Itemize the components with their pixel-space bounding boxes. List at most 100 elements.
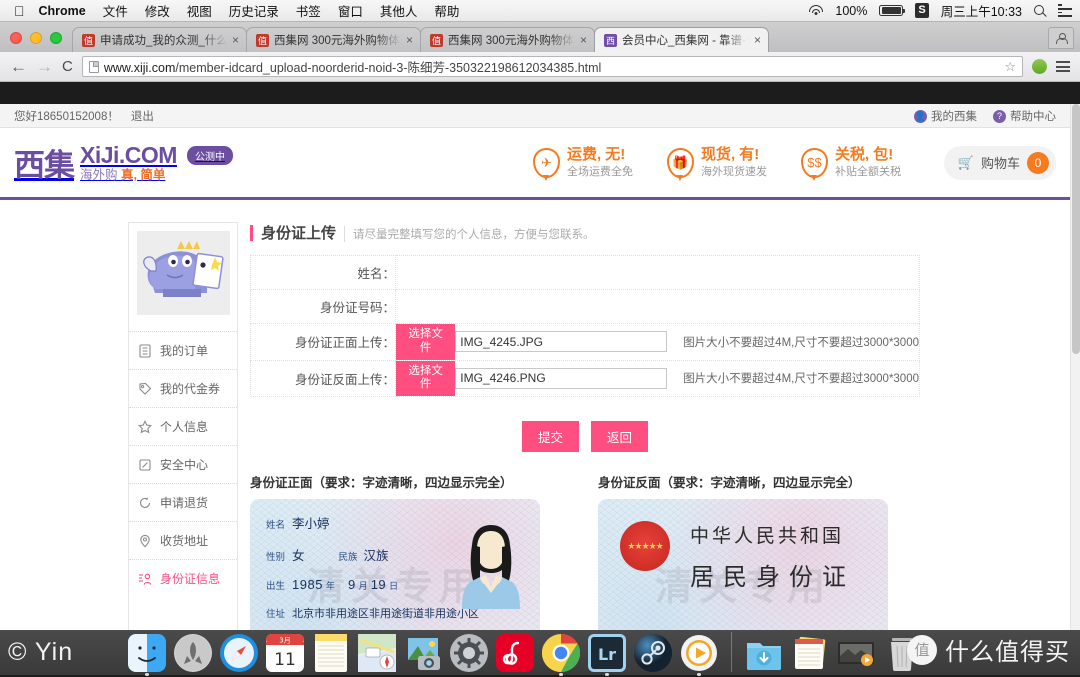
- sidebar-item-address[interactable]: 收货地址: [129, 521, 237, 559]
- submit-button[interactable]: 提交: [521, 421, 579, 453]
- birth-key: 出生: [266, 581, 286, 593]
- menu-item-view[interactable]: 视图: [187, 1, 212, 20]
- page-scrollbar[interactable]: [1070, 104, 1080, 630]
- dock-item-video-file[interactable]: [837, 634, 875, 672]
- promo-shipping: ✈ 运费, 无! 全场运费全免: [532, 146, 633, 181]
- promo-title: 关税, 包!: [834, 145, 894, 163]
- main-content: 身份证上传 请尽量完整填写您的个人信息，方便与您联系。 姓名： 身份证号码： 身…: [250, 222, 1070, 630]
- preview-back-title: 身份证反面（要求：字迹清晰，四边显示完全）: [598, 476, 861, 491]
- smzdm-favicon: [430, 33, 443, 47]
- menu-item-bookmarks[interactable]: 书签: [296, 1, 321, 20]
- menu-item-file[interactable]: 文件: [103, 1, 128, 20]
- sidebar-item-idcard[interactable]: 身份证信息: [129, 559, 237, 597]
- dock-item-netease-music[interactable]: [496, 634, 534, 672]
- cart-button[interactable]: 🛒 购物车 0: [943, 145, 1056, 180]
- menu-item-history[interactable]: 历史记录: [229, 1, 279, 20]
- back-button[interactable]: ←: [10, 58, 27, 75]
- choose-file-button-back[interactable]: 选择文件: [396, 360, 456, 397]
- sidebar-item-orders[interactable]: 我的订单: [129, 331, 237, 369]
- menu-item-chrome[interactable]: Chrome: [39, 4, 86, 18]
- choose-file-button-front[interactable]: 选择文件: [396, 324, 456, 360]
- sidebar-item-returns[interactable]: 申请退货: [129, 483, 237, 521]
- back-button[interactable]: 返回: [591, 421, 649, 453]
- browser-toolbar: ← → C www.xiji.com/member-idcard_upload-…: [0, 52, 1080, 82]
- field-value-cell[interactable]: [395, 255, 920, 290]
- dock-item-launchpad[interactable]: [174, 634, 212, 672]
- logo-line1: XiJi.COM: [80, 141, 177, 168]
- nation-value: 汉族: [363, 549, 389, 564]
- preview-back: 身份证反面（要求：字迹清晰，四边显示完全） 清关专用 ★★★★★ 中华人民共和国…: [598, 472, 918, 630]
- dock-item-calendar[interactable]: 3月 11: [266, 634, 304, 672]
- browser-tab[interactable]: 西集网 300元海外购物体验卡 ×: [420, 27, 595, 52]
- menu-item-people[interactable]: 其他人: [380, 1, 418, 20]
- sidebar-item-coupons[interactable]: 我的代金券: [129, 369, 237, 407]
- battery-icon[interactable]: [879, 5, 906, 16]
- menu-item-edit[interactable]: 修改: [145, 1, 170, 20]
- profile-button[interactable]: [1048, 27, 1074, 49]
- sidebar-item-security[interactable]: 安全中心: [129, 445, 237, 483]
- dock-item-chrome[interactable]: [541, 633, 581, 676]
- extension-icon[interactable]: [1032, 59, 1047, 74]
- page-content: 您好18650152008！ 退出 👤 我的西集 ? 帮助中心 西集 XiJi.CO…: [0, 104, 1070, 630]
- dock-item-safari[interactable]: [220, 634, 258, 672]
- dock-item-downloads-folder[interactable]: [745, 634, 783, 672]
- dock-item-steam[interactable]: [634, 634, 672, 672]
- maximize-window-button[interactable]: [50, 32, 62, 44]
- tagline-prefix: 海外购: [80, 168, 121, 182]
- forward-button[interactable]: →: [36, 58, 53, 75]
- chrome-menu-icon[interactable]: [1056, 61, 1070, 72]
- browser-tab[interactable]: 西集网 300元海外购物体验卡 ×: [246, 27, 421, 52]
- menu-item-window[interactable]: 窗口: [338, 1, 363, 20]
- minimize-window-button[interactable]: [30, 32, 42, 44]
- tab-close-icon[interactable]: ×: [580, 34, 587, 46]
- logo-tagline: 海外购 真, 简单: [80, 168, 177, 182]
- dock-item-finder[interactable]: [128, 634, 166, 676]
- file-name-back[interactable]: IMG_4246.PNG: [455, 367, 668, 389]
- reload-button[interactable]: C: [62, 58, 73, 75]
- file-hint-front: 图片大小不要超过4M,尺寸不要超过3000*3000: [683, 336, 919, 349]
- topbar-right-links: 👤 我的西集 ? 帮助中心: [914, 108, 1056, 124]
- help-center-link[interactable]: ? 帮助中心: [993, 108, 1056, 124]
- question-icon: ?: [993, 109, 1006, 123]
- menu-item-help[interactable]: 帮助: [434, 1, 459, 20]
- address-bar[interactable]: www.xiji.com/member-idcard_upload-noorde…: [81, 56, 1023, 77]
- page-info-icon[interactable]: [88, 60, 99, 73]
- dock-item-notes-stack[interactable]: [791, 634, 829, 672]
- control-center-icon[interactable]: [1058, 4, 1072, 17]
- browser-tab-active[interactable]: 会员中心_西集网 - 靠谱·专业 ×: [594, 27, 769, 52]
- field-value-cell[interactable]: [395, 289, 920, 324]
- dock-item-notes[interactable]: [312, 634, 350, 672]
- dock-item-photos[interactable]: [404, 634, 442, 672]
- watermark-left: © Yin: [8, 638, 74, 666]
- wifi-icon[interactable]: [809, 5, 824, 16]
- dock-item-lightroom[interactable]: Lr: [588, 634, 626, 676]
- dock-item-maps[interactable]: [358, 634, 396, 672]
- apple-logo-icon[interactable]: : [14, 4, 25, 18]
- browser-tab[interactable]: 申请成功_我的众测_什么值得 ×: [72, 27, 247, 52]
- search-icon[interactable]: [1034, 4, 1046, 17]
- star-icon[interactable]: ☆: [1004, 59, 1016, 75]
- sidebar-item-label: 身份证信息: [160, 572, 221, 586]
- tab-close-icon[interactable]: ×: [232, 34, 239, 46]
- menu-bar-status-items: 100% S 周三上午10:33: [809, 1, 1072, 20]
- sidebar-item-profile[interactable]: 个人信息: [129, 407, 237, 445]
- input-source-icon[interactable]: S: [915, 2, 929, 19]
- birth-year: 1985: [292, 577, 323, 593]
- scrollbar-thumb[interactable]: [1072, 104, 1080, 354]
- dock-item-media-player[interactable]: [680, 634, 718, 676]
- close-window-button[interactable]: [10, 32, 22, 44]
- my-account-link[interactable]: 👤 我的西集: [914, 108, 977, 124]
- avatar[interactable]: [129, 223, 237, 323]
- logout-link[interactable]: 退出: [131, 108, 154, 124]
- dock-item-system-preferences[interactable]: [450, 634, 488, 672]
- idcard-front-image[interactable]: 清关专用 姓名 李小婷 性别 女 民族 汉族 出生 1985 年 9 月 19 …: [250, 499, 540, 630]
- tab-title: 申请成功_我的众测_什么值得: [100, 35, 227, 47]
- idcard-back-image[interactable]: 清关专用 ★★★★★ 中华人民共和国 居民身份证 签发机关 非用途公安局: [598, 499, 888, 630]
- site-logo[interactable]: 西集 XiJi.COM 海外购 真, 简单 公测中: [14, 140, 233, 185]
- smzdm-favicon: [82, 33, 95, 47]
- tab-close-icon[interactable]: ×: [754, 34, 761, 46]
- menu-bar-clock[interactable]: 周三上午10:33: [941, 1, 1022, 20]
- name-key: 姓名: [266, 520, 286, 532]
- file-name-front[interactable]: IMG_4245.JPG: [455, 331, 668, 353]
- tab-close-icon[interactable]: ×: [406, 34, 413, 46]
